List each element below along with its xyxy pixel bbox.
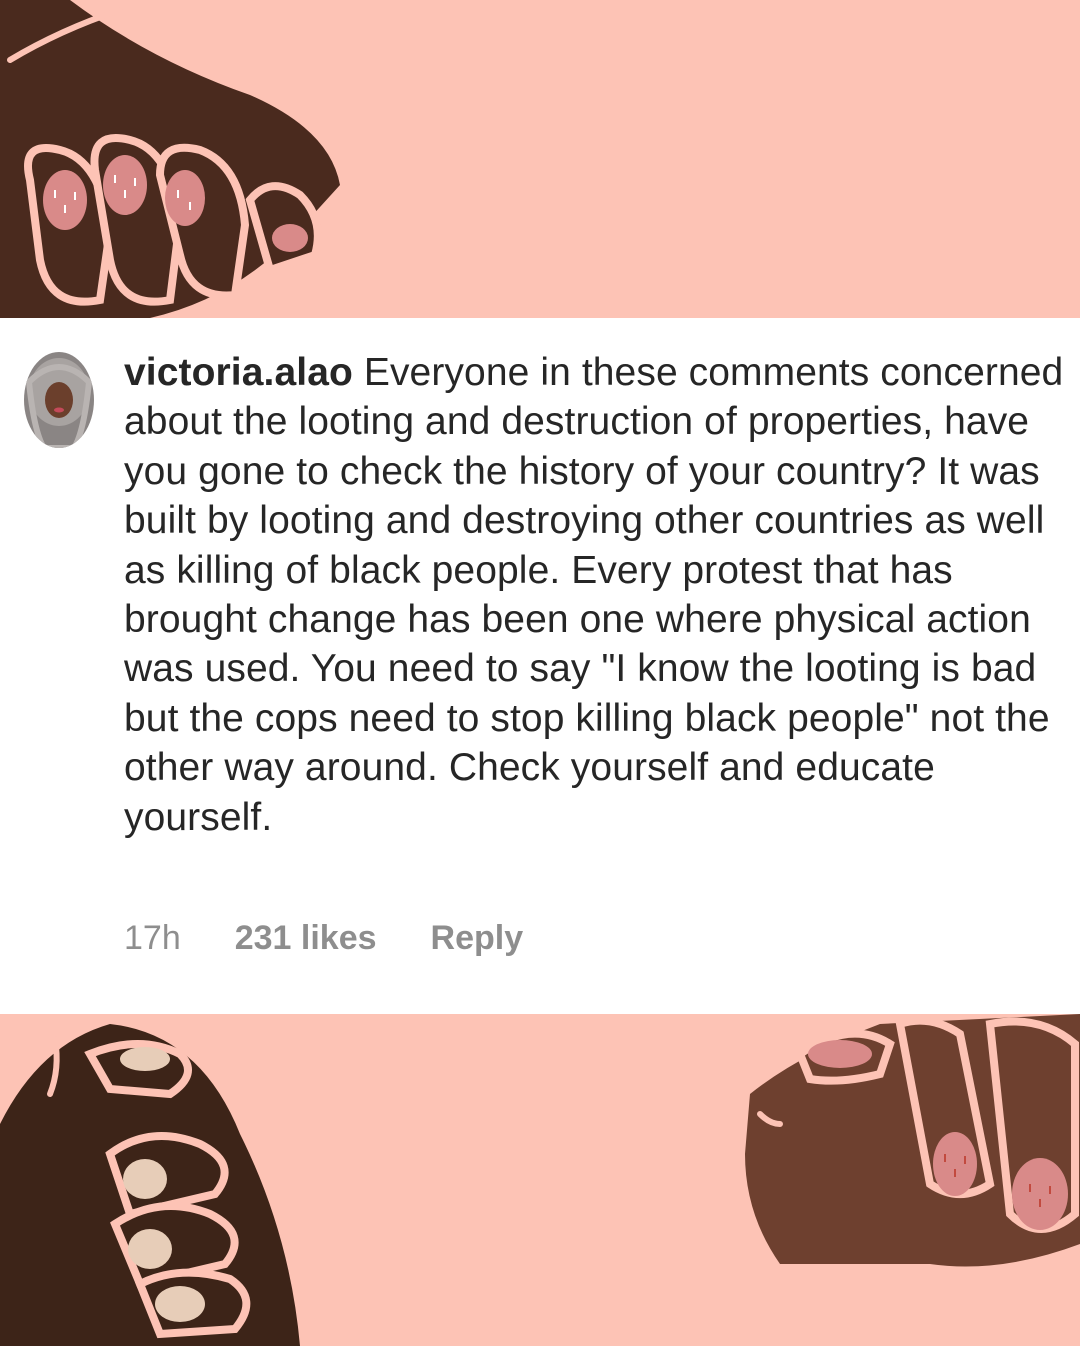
fist-illustrations-bottom: [0, 1014, 1080, 1346]
comment-card: victoria.alao Everyone in these comments…: [0, 318, 1080, 1014]
comment-text: Everyone in these comments concerned abo…: [124, 351, 1064, 839]
comment-meta: 17h 231 likes Reply: [124, 916, 523, 960]
likes-count-button[interactable]: 231 likes: [235, 919, 377, 958]
profile-photo: [24, 352, 94, 448]
top-banner: [0, 0, 1080, 318]
avatar[interactable]: [24, 352, 94, 448]
fist-illustration-top-left: [0, 0, 1080, 318]
bottom-banner: [0, 1014, 1080, 1346]
comment-timestamp: 17h: [124, 918, 181, 957]
comment-username[interactable]: victoria.alao: [124, 351, 353, 394]
comment-body: victoria.alao Everyone in these comments…: [124, 348, 1069, 842]
reply-button[interactable]: Reply: [431, 919, 524, 958]
